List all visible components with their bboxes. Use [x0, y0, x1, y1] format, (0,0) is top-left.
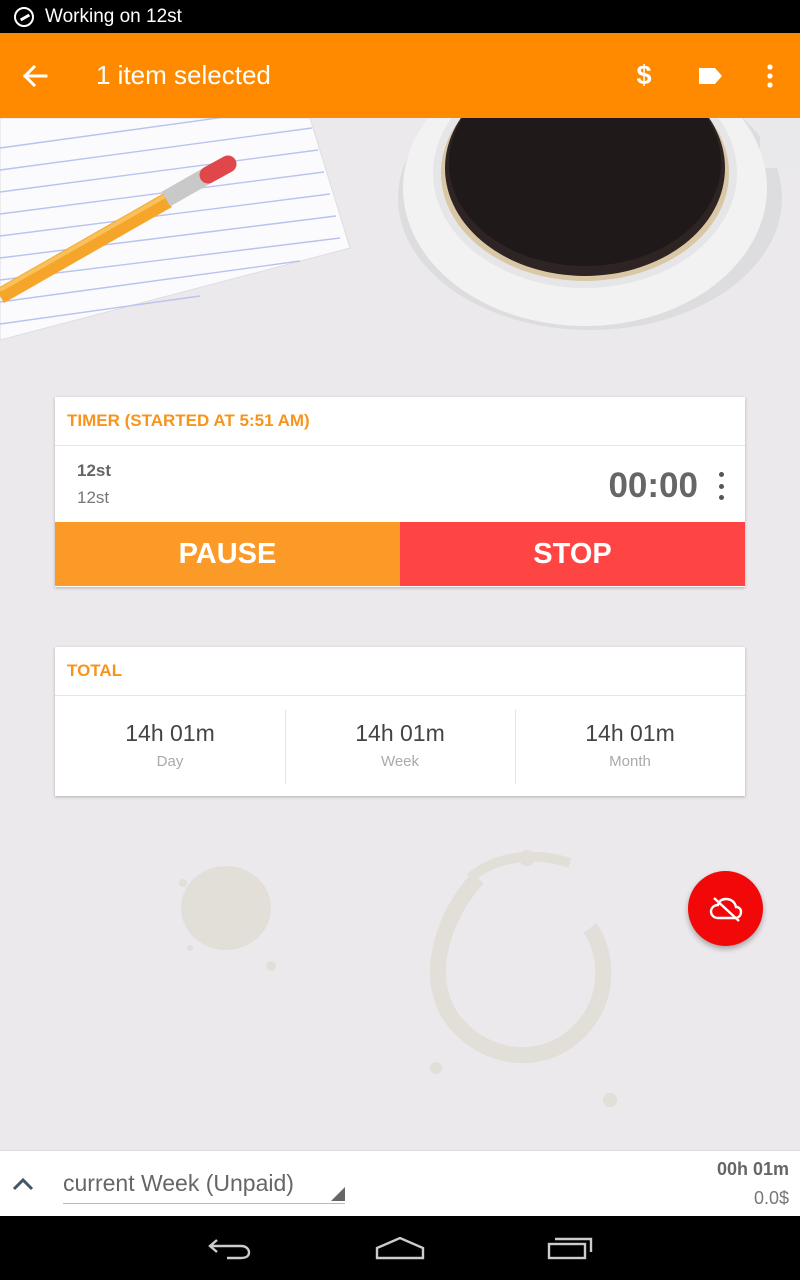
project-name: 12st	[77, 461, 112, 480]
total-month: 14h 01m Month	[515, 696, 745, 796]
elapsed-time: 00:00	[608, 466, 698, 505]
total-header: TOTAL	[55, 647, 745, 696]
coffee-cup-image	[398, 118, 800, 330]
more-vert-icon	[767, 63, 773, 88]
arrow-back-icon	[22, 64, 48, 87]
coffee-stain-image	[179, 866, 276, 971]
overflow-menu-button[interactable]	[740, 33, 800, 118]
dollar-icon: $	[636, 60, 652, 90]
total-week-value: 14h 01m	[355, 720, 445, 746]
timer-header: TIMER (STARTED AT 5:51 AM)	[55, 397, 745, 446]
total-week-label: Week	[380, 753, 420, 770]
timer-card: TIMER (STARTED AT 5:51 AM) 12st 12st 00:…	[55, 397, 745, 587]
nav-recents-button[interactable]	[485, 1216, 655, 1280]
total-month-label: Month	[609, 753, 651, 770]
system-nav-bar	[0, 1216, 800, 1280]
label-tag-icon	[699, 67, 722, 84]
expand-summary-button[interactable]	[0, 1151, 46, 1217]
total-day-label: Day	[156, 753, 184, 770]
notepad-image	[0, 118, 351, 341]
chevron-up-icon	[12, 1177, 34, 1190]
task-name: 12st	[77, 488, 110, 507]
period-dropdown[interactable]: current Week (Unpaid)	[63, 1164, 345, 1204]
dropdown-arrow-icon	[331, 1186, 345, 1201]
bottom-summary-bar: current Week (Unpaid) 00h 01m 0.0$	[0, 1150, 800, 1216]
cloud-off-icon	[709, 896, 742, 922]
more-vert-icon	[718, 472, 724, 477]
period-dropdown-value: current Week (Unpaid)	[63, 1169, 294, 1196]
sync-fab[interactable]	[688, 871, 763, 946]
billing-button[interactable]: $	[614, 33, 674, 118]
home-icon	[375, 1236, 425, 1260]
total-month-value: 14h 01m	[585, 720, 675, 746]
total-card: TOTAL 14h 01m Day 14h 01m Week 14h 01m M…	[55, 647, 745, 796]
selection-title: 1 item selected	[96, 60, 271, 90]
total-day: 14h 01m Day	[55, 696, 285, 796]
stopwatch-icon	[14, 6, 34, 27]
background-illustration	[0, 118, 800, 1107]
total-day-value: 14h 01m	[125, 720, 215, 746]
stop-button[interactable]: STOP	[400, 522, 745, 586]
status-bar: Working on 12st	[0, 0, 800, 33]
back-button[interactable]	[0, 33, 70, 118]
tag-button[interactable]	[680, 33, 740, 118]
action-bar: 1 item selected $	[0, 33, 800, 118]
notification-text: Working on 12st	[45, 5, 182, 27]
nav-back-button[interactable]	[145, 1216, 315, 1280]
total-week: 14h 01m Week	[285, 696, 515, 796]
period-summary: 00h 01m 0.0$	[717, 1159, 789, 1209]
recents-icon	[547, 1237, 593, 1260]
running-timer-row[interactable]: 12st 12st 00:00	[55, 446, 745, 522]
timer-more-button[interactable]	[711, 472, 731, 500]
nav-home-button[interactable]	[315, 1216, 485, 1280]
period-duration: 00h 01m	[716, 1158, 789, 1179]
period-amount: 0.0$	[753, 1187, 789, 1208]
coffee-ring-image	[430, 850, 617, 1107]
pause-button[interactable]: PAUSE	[55, 522, 400, 586]
back-icon	[208, 1239, 251, 1260]
